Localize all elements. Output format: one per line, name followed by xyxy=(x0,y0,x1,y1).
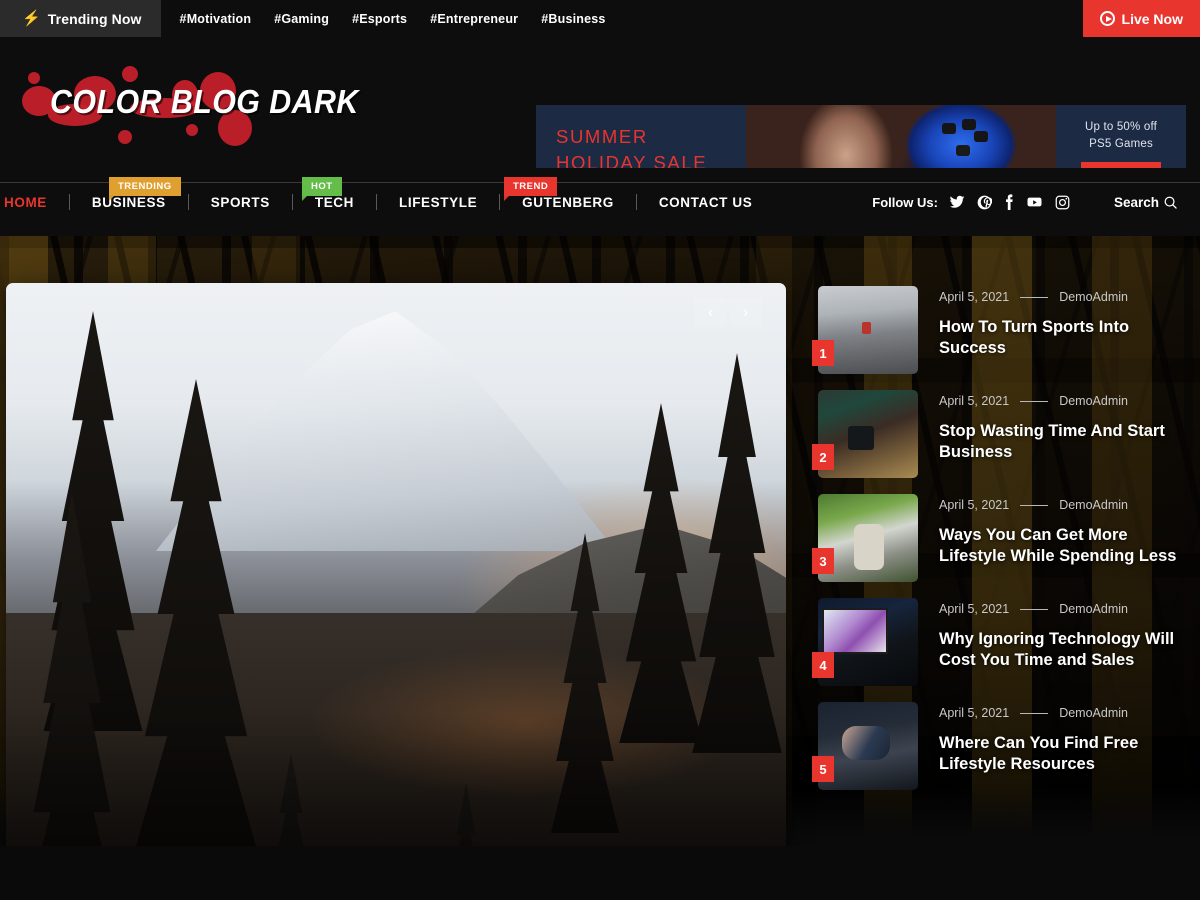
sidebar-post-title[interactable]: How To Turn Sports Into Success xyxy=(939,317,1190,359)
logo-splatter xyxy=(118,129,132,144)
sidebar-post-body: April 5, 2021 DemoAdmin Where Can You Fi… xyxy=(939,702,1190,775)
sidebar-post-meta: April 5, 2021 DemoAdmin xyxy=(939,290,1190,304)
twitter-icon[interactable] xyxy=(949,194,965,210)
tag-motivation[interactable]: #Motivation xyxy=(180,12,252,26)
logo-splatter xyxy=(186,123,198,136)
social-icon-list xyxy=(949,194,1070,210)
sidebar-post-number: 4 xyxy=(812,652,834,678)
search-label: Search xyxy=(1113,194,1159,210)
sidebar-post-date: April 5, 2021 xyxy=(939,706,1010,720)
logo-splatter xyxy=(122,65,138,82)
carousel-next-button[interactable]: › xyxy=(729,298,762,328)
sidebar-post-author[interactable]: DemoAdmin xyxy=(1059,706,1128,720)
sidebar-post-date: April 5, 2021 xyxy=(939,602,1010,616)
nav-badge-trending: TRENDING xyxy=(109,177,181,201)
nav-item-home[interactable]: HOME xyxy=(0,195,69,210)
site-header: COLOR BLOG DARK SUMMER HOLIDAY SALE Up t… xyxy=(0,37,1200,189)
logo-splatter xyxy=(28,71,40,84)
nav-badge-trend: TREND xyxy=(504,177,558,201)
sidebar-post-title[interactable]: Where Can You Find Free Lifestyle Resour… xyxy=(939,733,1190,775)
meta-dash xyxy=(1020,608,1049,610)
ad-offer-line2: PS5 Games xyxy=(1089,138,1153,151)
sidebar-post-meta: April 5, 2021 DemoAdmin xyxy=(939,394,1190,408)
sidebar-post-body: April 5, 2021 DemoAdmin Ways You Can Get… xyxy=(939,494,1190,567)
meta-dash xyxy=(1020,712,1049,714)
live-now-button[interactable]: Live Now xyxy=(1082,0,1200,37)
lightning-bolt-icon: ⚡ xyxy=(22,10,41,27)
sidebar-post-title[interactable]: Stop Wasting Time And Start Business xyxy=(939,421,1190,463)
search-icon xyxy=(1164,196,1177,209)
trending-tag-list: #Motivation #Gaming #Esports #Entreprene… xyxy=(161,0,1083,37)
sidebar-post-meta: April 5, 2021 DemoAdmin xyxy=(939,498,1190,512)
sidebar-post-item[interactable]: 4 April 5, 2021 DemoAdmin Why Ignoring T… xyxy=(812,598,1190,686)
trending-now-text: Trending Now xyxy=(47,10,142,27)
meta-dash xyxy=(1020,504,1049,506)
follow-us-label: Follow Us: xyxy=(872,194,938,210)
tag-gaming[interactable]: #Gaming xyxy=(274,12,329,26)
hero-section: ‹ › lifestyle April 5, 2021 DemoAdmin Av… xyxy=(0,236,1200,846)
nav-bar: HOME BUSINESS SPORTS TECH LIFESTYLE GUTE… xyxy=(0,194,1200,210)
tag-business[interactable]: #Business xyxy=(541,12,605,26)
tag-esports[interactable]: #Esports xyxy=(352,12,407,26)
nav-item-contact-us[interactable]: CONTACT US xyxy=(637,195,775,210)
sidebar-post-body: April 5, 2021 DemoAdmin How To Turn Spor… xyxy=(939,286,1190,359)
trending-now-label: ⚡ Trending Now xyxy=(0,0,161,37)
nav-item-sports[interactable]: SPORTS xyxy=(189,195,292,210)
nav-badge-hot: HOT xyxy=(302,177,342,201)
tag-entrepreneur[interactable]: #Entrepreneur xyxy=(430,12,518,26)
sidebar-post-date: April 5, 2021 xyxy=(939,290,1010,304)
carousel-controls: ‹ › xyxy=(694,298,762,328)
logo-text: COLOR BLOG DARK xyxy=(50,82,359,120)
sidebar-post-meta: April 5, 2021 DemoAdmin xyxy=(939,706,1190,720)
instagram-icon[interactable] xyxy=(1055,195,1070,210)
sidebar-post-item[interactable]: 2 April 5, 2021 DemoAdmin Stop Wasting T… xyxy=(812,390,1190,478)
featured-post-card[interactable]: ‹ › lifestyle April 5, 2021 DemoAdmin Av… xyxy=(6,283,786,846)
facebook-icon[interactable] xyxy=(1004,194,1014,210)
sidebar-post-list: 1 April 5, 2021 DemoAdmin How To Turn Sp… xyxy=(812,286,1190,806)
sidebar-thumb-wrap: 5 xyxy=(812,702,918,790)
live-now-label: Live Now xyxy=(1121,10,1183,27)
carousel-prev-button[interactable]: ‹ xyxy=(694,298,727,328)
nav-link-list: HOME BUSINESS SPORTS TECH LIFESTYLE GUTE… xyxy=(0,194,774,210)
nav-item-lifestyle[interactable]: LIFESTYLE xyxy=(377,195,499,210)
sidebar-post-title[interactable]: Why Ignoring Technology Will Cost You Ti… xyxy=(939,629,1190,671)
pinterest-icon[interactable] xyxy=(977,195,992,210)
search-button[interactable]: Search xyxy=(1114,195,1178,210)
mountain-shape xyxy=(156,311,616,551)
sidebar-thumb-wrap: 3 xyxy=(812,494,918,582)
meta-dash xyxy=(1020,400,1049,402)
meta-dash xyxy=(1020,296,1049,298)
top-bar: ⚡ Trending Now #Motivation #Gaming #Espo… xyxy=(0,0,1200,37)
sidebar-post-author[interactable]: DemoAdmin xyxy=(1059,290,1128,304)
ad-offer-line1: Up to 50% off xyxy=(1084,121,1158,133)
sidebar-post-body: April 5, 2021 DemoAdmin Stop Wasting Tim… xyxy=(939,390,1190,463)
play-circle-icon xyxy=(1099,11,1115,26)
sidebar-post-number: 2 xyxy=(812,444,834,470)
nav-right-group: Follow Us: Search xyxy=(872,194,1178,210)
sidebar-thumb-wrap: 2 xyxy=(812,390,918,478)
sidebar-thumb-wrap: 4 xyxy=(812,598,918,686)
sidebar-post-author[interactable]: DemoAdmin xyxy=(1059,498,1128,512)
nav-item-gutenberg[interactable]: GUTENBERG xyxy=(500,195,636,210)
sidebar-post-date: April 5, 2021 xyxy=(939,394,1010,408)
sidebar-post-body: April 5, 2021 DemoAdmin Why Ignoring Tec… xyxy=(939,598,1190,671)
nav-item-business[interactable]: BUSINESS xyxy=(70,195,188,210)
sidebar-thumb-wrap: 1 xyxy=(812,286,918,374)
sidebar-post-title[interactable]: Ways You Can Get More Lifestyle While Sp… xyxy=(939,525,1190,567)
sidebar-post-number: 1 xyxy=(812,340,834,366)
featured-gradient-overlay xyxy=(6,711,786,846)
sidebar-post-date: April 5, 2021 xyxy=(939,498,1010,512)
sidebar-post-author[interactable]: DemoAdmin xyxy=(1059,394,1128,408)
ad-title-line1: SUMMER xyxy=(556,126,648,147)
sidebar-post-item[interactable]: 1 April 5, 2021 DemoAdmin How To Turn Sp… xyxy=(812,286,1190,374)
sidebar-post-item[interactable]: 3 April 5, 2021 DemoAdmin Ways You Can G… xyxy=(812,494,1190,582)
sidebar-post-author[interactable]: DemoAdmin xyxy=(1059,602,1128,616)
sidebar-post-number: 5 xyxy=(812,756,834,782)
sidebar-post-meta: April 5, 2021 DemoAdmin xyxy=(939,602,1190,616)
sidebar-post-number: 3 xyxy=(812,548,834,574)
site-logo[interactable]: COLOR BLOG DARK xyxy=(22,58,358,148)
youtube-icon[interactable] xyxy=(1026,194,1043,210)
page-footer-space xyxy=(0,846,1200,900)
sidebar-post-item[interactable]: 5 April 5, 2021 DemoAdmin Where Can You … xyxy=(812,702,1190,790)
